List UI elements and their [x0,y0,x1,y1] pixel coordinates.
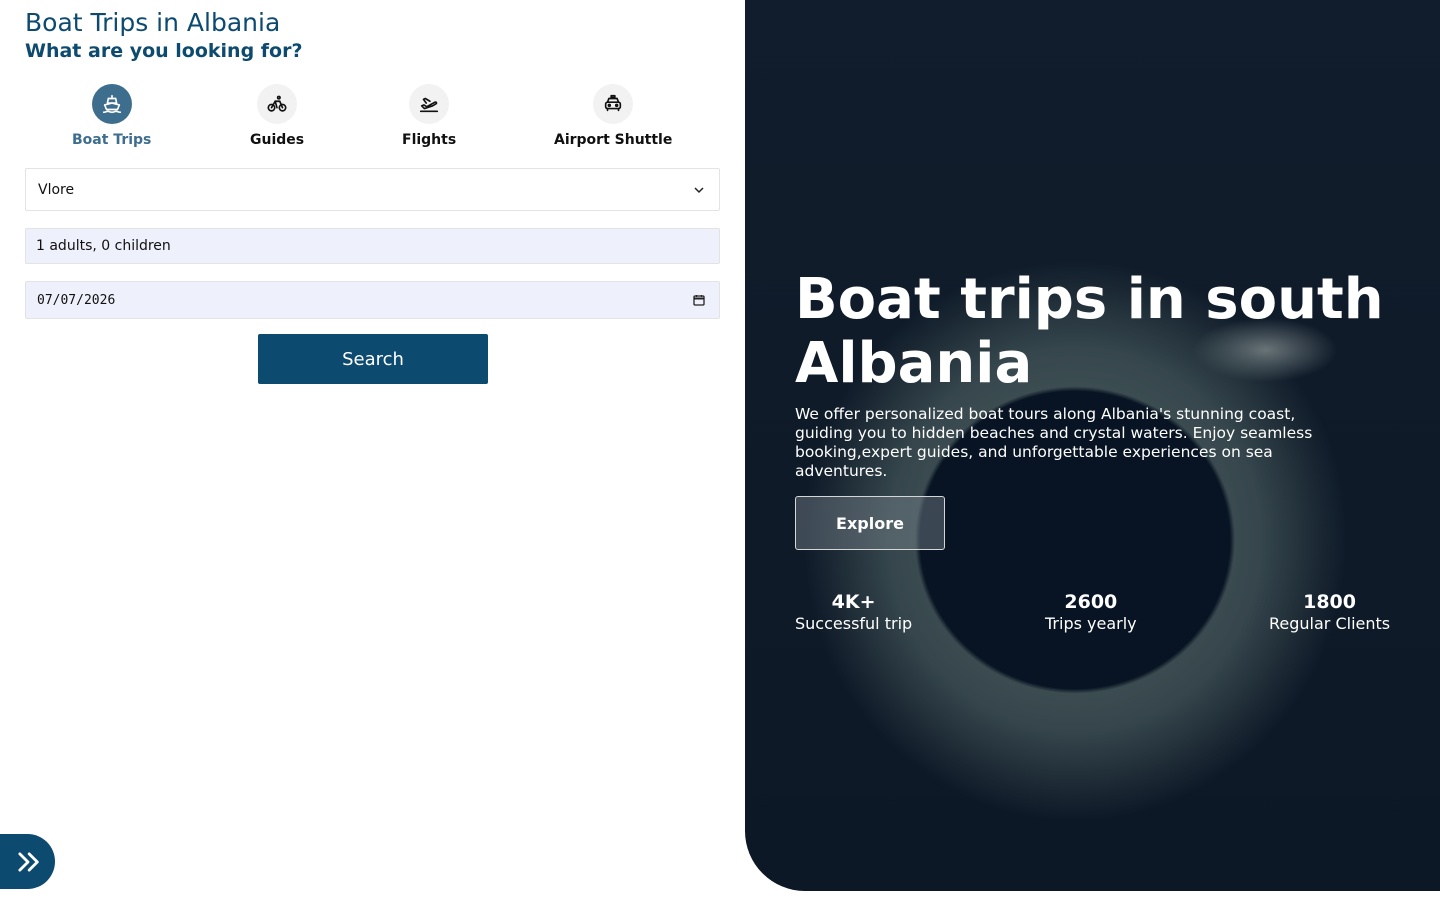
stat-caption: Trips yearly [1045,614,1137,633]
double-chevron-right-icon [17,851,39,872]
category-icon-wrap [91,84,132,124]
category-label: Flights [402,132,457,148]
category-flights[interactable]: Flights [402,84,456,148]
location-select[interactable]: Vlore [25,168,720,211]
explore-button[interactable]: Explore [795,496,945,550]
guests-input-value: 1 adults, 0 children [36,238,171,254]
search-panel: Boat Trips in Albania What are you looki… [0,0,745,900]
stat-value: 2600 [1064,591,1118,613]
category-icon-wrap [257,84,298,124]
category-icon-wrap [409,84,450,124]
stat-value: 1800 [1303,591,1356,613]
category-boat-trips[interactable]: Boat Trips [72,84,151,148]
guests-input[interactable]: 1 adults, 0 children [25,228,720,264]
stat-caption: Regular Clients [1269,614,1391,633]
page-subtitle: What are you looking for? [25,40,303,62]
expand-sidebar-button[interactable] [0,834,55,889]
category-label: Guides [250,132,305,148]
location-select-value: Vlore [38,181,75,198]
category-icon-wrap [593,84,634,124]
category-airport-shuttle[interactable]: Airport Shuttle [554,84,672,148]
page-title: Boat Trips in Albania [25,8,281,37]
ship-icon [102,94,121,114]
car-icon [605,94,622,112]
bicycle-icon [267,95,287,112]
stat-successful-trips: 4K+ Successful trip [795,590,912,634]
hero-banner: Boat trips in south Albania We offer per… [745,0,1440,891]
airplane-icon [420,97,439,113]
chevron-down-icon [694,186,704,193]
category-label: Airport Shuttle [554,132,673,148]
date-input-value: 07/07/2026 [37,292,116,308]
search-button[interactable]: Search [258,334,488,384]
hero-title: Boat trips in south Albania [795,267,1384,396]
calendar-icon[interactable] [693,294,705,306]
category-guides[interactable]: Guides [250,84,304,148]
category-label: Boat Trips [72,132,152,148]
stat-value: 4K+ [831,591,876,613]
hero-description: We offer personalized boat tours along A… [795,405,1313,480]
date-input[interactable]: 07/07/2026 [25,281,720,319]
stat-caption: Successful trip [795,614,913,633]
stat-trips-yearly: 2600 Trips yearly [1045,590,1137,634]
stat-regular-clients: 1800 Regular Clients [1269,590,1390,634]
page: Boat Trips in Albania What are you looki… [0,0,1440,900]
